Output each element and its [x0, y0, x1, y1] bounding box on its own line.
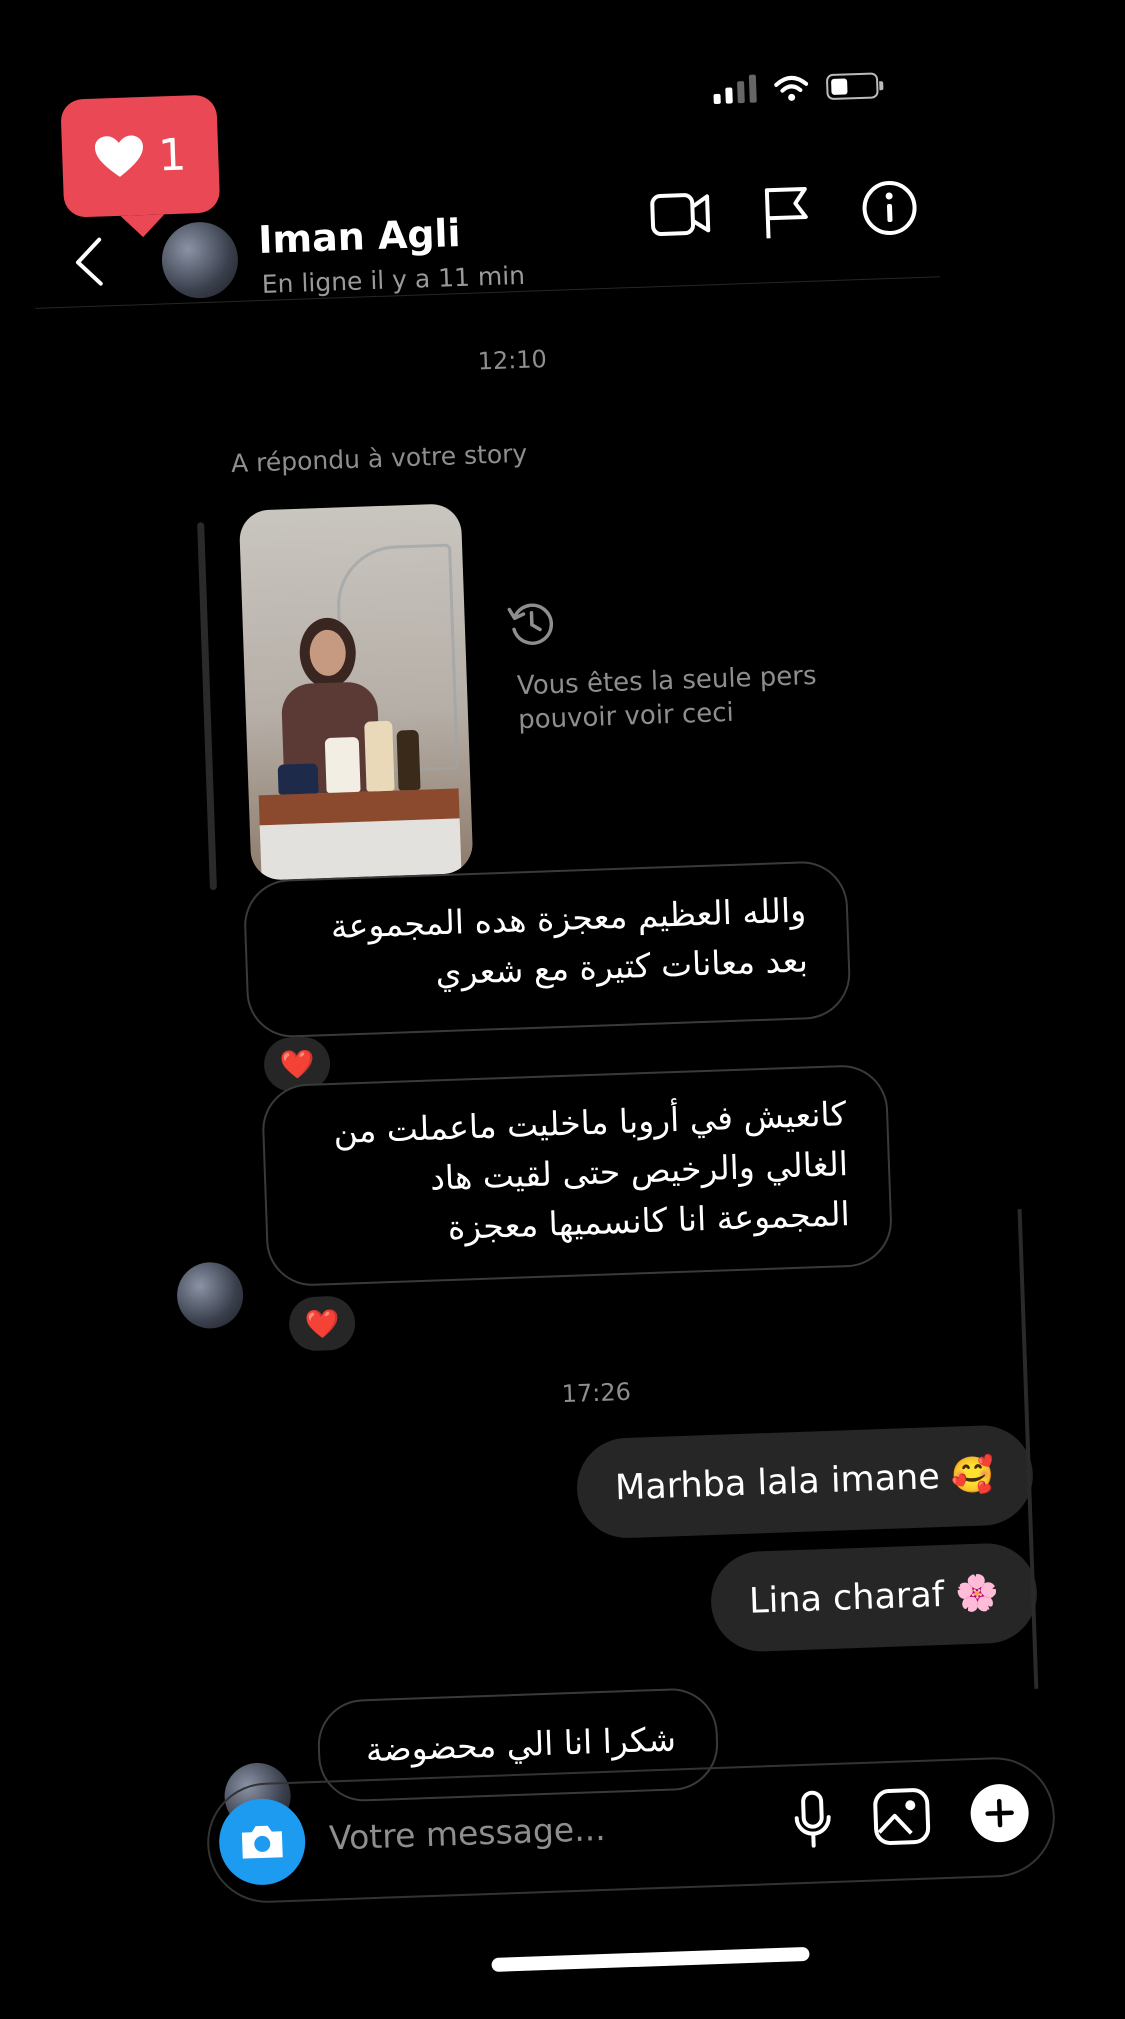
timestamp: 17:26 — [561, 1377, 632, 1409]
like-count: 1 — [157, 129, 188, 181]
camera-button[interactable] — [217, 1797, 307, 1887]
back-arrow-icon[interactable] — [73, 235, 105, 288]
plus-icon — [985, 1798, 1014, 1828]
camera-icon — [241, 1825, 283, 1859]
status-bar — [713, 68, 879, 105]
battery-icon — [825, 72, 879, 101]
heart-reaction: ❤️ — [279, 1047, 316, 1082]
sent-message[interactable]: Marhba lala imane 🥰 — [575, 1423, 1035, 1540]
microphone-icon[interactable] — [792, 1789, 834, 1850]
avatar[interactable] — [175, 1261, 245, 1330]
heart-reaction: ❤️ — [304, 1306, 341, 1341]
plus-button[interactable] — [969, 1783, 1030, 1844]
reply-line — [197, 522, 217, 891]
chat-screen: 1 Iman Agli En ligne il y a 11 min 12:10… — [0, 0, 1125, 2019]
message-text: شكرا انا الي محضوضة — [365, 1719, 677, 1770]
home-indicator[interactable] — [491, 1946, 810, 1972]
message-bubble[interactable]: كانعيش في أروبا ماخليت ماعملت من الغالي … — [260, 1063, 894, 1288]
story-notice: Vous êtes la seule pers pouvoir voir cec… — [516, 660, 817, 736]
heart-icon — [94, 135, 143, 177]
reply-note: A répondu à votre story — [230, 438, 528, 479]
flag-icon[interactable] — [761, 183, 813, 241]
wifi-icon — [774, 75, 809, 101]
message-text: والله العظيم معجزة هده المجموعة بعد معان… — [330, 890, 809, 993]
contact-name[interactable]: Iman Agli — [258, 211, 462, 262]
message-bubble[interactable]: والله العظيم معجزة هده المجموعة بعد معان… — [242, 859, 852, 1039]
signal-icon — [713, 73, 757, 105]
image-icon[interactable] — [872, 1787, 932, 1847]
message-input[interactable]: Votre message... — [328, 1809, 606, 1858]
timestamp: 12:10 — [477, 345, 548, 376]
sent-message[interactable]: Lina charaf 🌸 — [709, 1541, 1039, 1654]
reaction-badge[interactable]: ❤️ — [288, 1295, 357, 1352]
avatar[interactable] — [160, 220, 240, 300]
story-thumbnail[interactable] — [238, 503, 474, 881]
history-icon — [507, 603, 554, 645]
info-icon[interactable] — [861, 179, 919, 237]
message-text: كانعيش في أروبا ماخليت ماعملت من الغالي … — [332, 1094, 851, 1248]
contact-status: En ligne il y a 11 min — [261, 260, 526, 299]
video-camera-icon[interactable] — [649, 186, 713, 240]
